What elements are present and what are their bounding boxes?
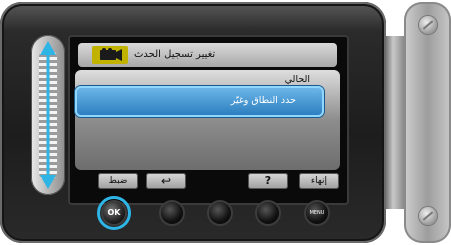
screen-title: تغيير تسجيل الحدث [134, 49, 216, 60]
title-bar: تغيير تسجيل الحدث [78, 43, 337, 67]
side-panel [404, 2, 451, 243]
slider-arrows-icon [40, 41, 56, 189]
ok-button[interactable]: OK [103, 202, 125, 224]
end-button[interactable]: إنهاء [299, 173, 339, 189]
hardware-button-2[interactable] [161, 202, 183, 224]
hinge [386, 36, 404, 209]
option-label: حدد النطاق وغيّر [230, 95, 296, 106]
set-button[interactable]: ضبط [98, 173, 138, 189]
soft-button-row: ضبط ↩ ? إنهاء [0, 173, 386, 189]
screw-icon [419, 16, 437, 34]
option-select-range[interactable]: حدد النطاق وغيّر [75, 86, 324, 117]
hardware-button-4[interactable] [257, 202, 279, 224]
camera-body: تغيير تسجيل الحدث الحالي حدد النطاق وغيّ… [0, 2, 386, 243]
hardware-button-3[interactable] [209, 202, 231, 224]
slider-control[interactable] [31, 35, 65, 195]
option-list: الحالي حدد النطاق وغيّر [75, 70, 340, 170]
menu-button[interactable]: MENU [306, 202, 328, 224]
back-button[interactable]: ↩ [146, 173, 186, 189]
help-button[interactable]: ? [248, 173, 288, 189]
screw-icon [419, 207, 437, 225]
current-label: الحالي [284, 74, 310, 85]
video-camera-icon [92, 46, 128, 64]
